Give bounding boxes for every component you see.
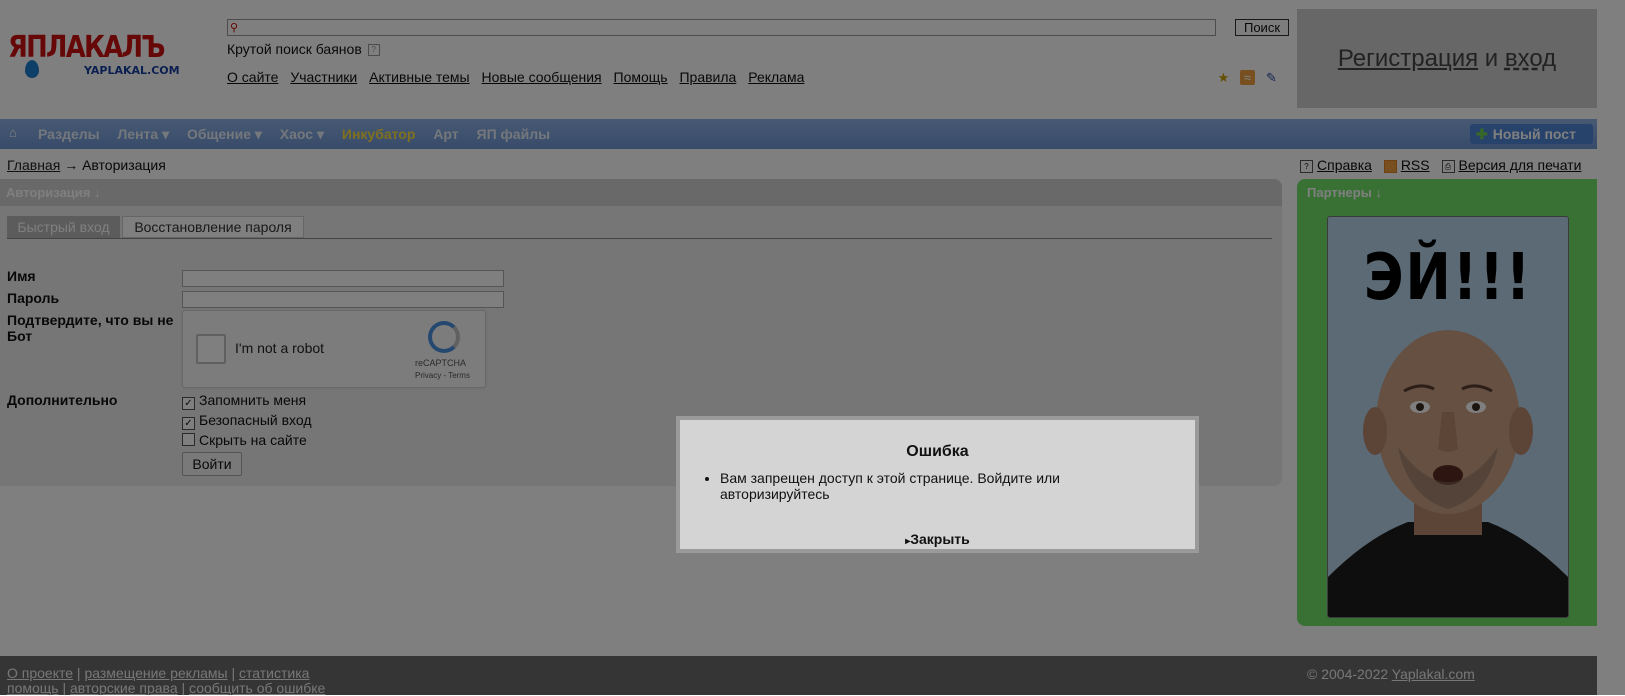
close-label: Закрыть (910, 531, 970, 547)
dialog-message: Вам запрещен доступ к этой странице. Вой… (720, 470, 1140, 502)
close-button[interactable]: ▸Закрыть (680, 531, 1195, 547)
dialog-message-list: Вам запрещен доступ к этой странице. Вой… (680, 470, 1140, 502)
dialog-title: Ошибка (906, 443, 969, 460)
modal-overlay[interactable] (0, 0, 1625, 695)
error-dialog: Ошибка Вам запрещен доступ к этой страни… (676, 416, 1199, 553)
